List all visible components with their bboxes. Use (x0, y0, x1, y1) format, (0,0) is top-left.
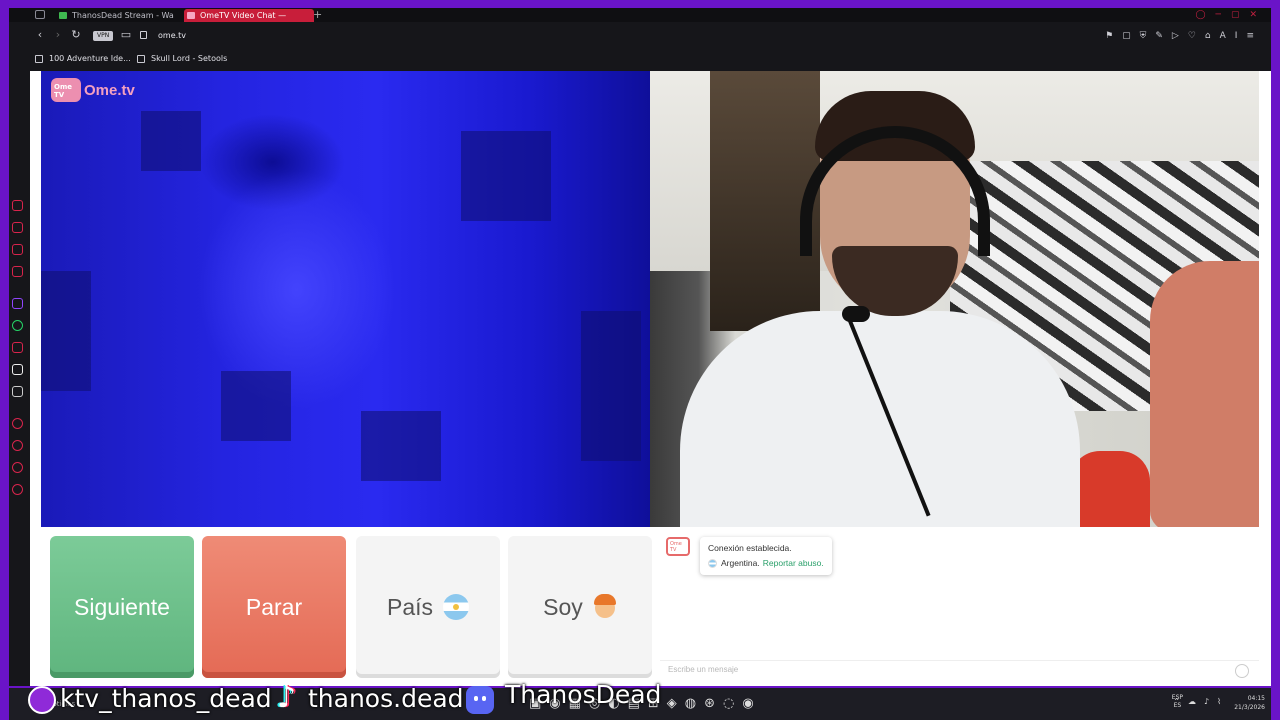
clock-time: 04:15 (1247, 695, 1265, 702)
language-code: ESP (1171, 694, 1183, 701)
forward-icon[interactable]: › (51, 28, 65, 42)
connection-status: Conexión establecida. (708, 543, 792, 553)
address-bar: ‹ › ↻ VPN ▭ ome.tv ⚑▢⛨✎▷♡⌂AI≡ (9, 22, 1271, 50)
sidebar-settings-icon[interactable] (12, 484, 23, 495)
emoji-icon[interactable] (1235, 664, 1249, 678)
sidebar-history-icon[interactable] (12, 440, 23, 451)
stranger-video: Ome TV Ome.tv (41, 71, 650, 527)
next-button-label: Siguiente (74, 593, 170, 620)
video-pixel-block (361, 411, 441, 481)
boy-icon (593, 594, 617, 620)
reload-icon[interactable]: ↻ (69, 28, 83, 42)
tab-thanosdead-stream[interactable]: ThanosDead Stream - Wa (56, 9, 182, 22)
url-field[interactable]: ome.tv (158, 30, 186, 42)
video-person-body (680, 311, 1080, 527)
tab-label: ThanosDead Stream - Wa (72, 11, 174, 20)
video-pixel-block (461, 131, 551, 221)
sidebar-twitch-icon[interactable] (12, 298, 23, 309)
country-line: Argentina. Reportar abuso. (708, 556, 824, 571)
video-pixel-block (221, 371, 291, 441)
tab-manager-icon[interactable] (35, 10, 45, 19)
video-chair (1070, 451, 1150, 527)
back-icon[interactable]: ‹ (33, 28, 47, 42)
gender-button-label: Soy (543, 593, 583, 620)
sidebar-instagram2-icon[interactable] (12, 342, 23, 353)
toolbar-icons[interactable]: ⚑▢⛨✎▷♡⌂AI≡ (1105, 29, 1263, 43)
sidebar-bookmark-icon[interactable] (12, 222, 23, 233)
vpn-badge[interactable]: VPN (93, 31, 114, 41)
tab-favicon-icon (187, 12, 195, 19)
sidebar-whatsapp-icon[interactable] (12, 320, 23, 331)
stop-button-label: Parar (245, 593, 303, 620)
video-second-person (1150, 261, 1259, 527)
language-indicator[interactable]: ESP ES (1172, 694, 1183, 710)
sidebar-clock-icon[interactable] (12, 462, 23, 473)
message-input[interactable]: Escribe un mensaje (660, 660, 1259, 680)
logo-text: Ome.tv (84, 81, 135, 99)
ometv-chat-icon: Ome TV (666, 537, 690, 556)
message-input-placeholder: Escribe un mensaje (668, 665, 739, 674)
chat-panel: Ome TV Conexión establecida. Argentina. … (660, 533, 1259, 686)
window-controls[interactable]: ◯─▢✕ (1195, 8, 1267, 22)
ometv-logo-icon: Ome TV (51, 78, 81, 102)
sidebar-messenger-icon[interactable] (12, 266, 23, 277)
system-message: Conexión establecida. Argentina. Reporta… (700, 537, 832, 575)
lock-icon[interactable] (140, 31, 147, 39)
next-button[interactable]: Siguiente (50, 536, 194, 678)
video-pixel-block (41, 271, 91, 391)
partner-country: Argentina. (721, 558, 760, 568)
country-button[interactable]: País (356, 536, 500, 678)
logo-badge-text: Ome TV (54, 83, 72, 99)
bookmark-icon (35, 55, 43, 63)
report-abuse-link[interactable]: Reportar abuso. (763, 556, 824, 571)
taskbar-clock[interactable]: 04:15 21/3/2026 (1234, 694, 1265, 712)
sidebar-discord-icon[interactable] (12, 386, 23, 397)
bookmark-item[interactable]: 100 Adventure Ide... (35, 52, 131, 65)
sidebar-aria-icon[interactable] (12, 200, 23, 211)
bookmarks-bar: 100 Adventure Ide... Skull Lord - Setool… (9, 50, 1271, 68)
tab-bar: ThanosDead Stream - Wa OmeTV Video Chat … (9, 8, 1271, 22)
camera-icon[interactable]: ▭ (119, 28, 133, 42)
bookmark-label: Skull Lord - Setools (151, 54, 228, 63)
own-camera-video (650, 71, 1259, 527)
browser-sidebar (9, 68, 29, 686)
bookmark-icon (137, 55, 145, 63)
new-tab-button[interactable]: + (313, 8, 323, 22)
video-pixel-block (141, 111, 201, 171)
ometv-page: Ome TV Ome.tv Siguiente Parar País Soy O… (30, 71, 1271, 686)
country-button-label: País (386, 593, 434, 620)
gender-button[interactable]: Soy (508, 536, 652, 678)
browser-window: ThanosDead Stream - Wa OmeTV Video Chat … (9, 8, 1271, 686)
video-pixel-block (581, 311, 641, 461)
tab-favicon-icon (59, 12, 67, 19)
video-mic (842, 306, 870, 322)
clock-date: 21/3/2026 (1234, 704, 1265, 711)
sidebar-tiktok-icon[interactable] (12, 364, 23, 375)
stop-button[interactable]: Parar (202, 536, 346, 678)
tab-label: OmeTV Video Chat — (200, 11, 287, 20)
tab-ometv[interactable]: OmeTV Video Chat — (184, 9, 314, 22)
argentina-flag-icon (443, 594, 470, 620)
argentina-flag-icon (708, 559, 717, 568)
region-code: ES (1173, 702, 1182, 709)
taskbar-search[interactable]: Más Noticias (31, 700, 75, 708)
desktop-screen: ThanosDead Stream - Wa OmeTV Video Chat … (0, 0, 1280, 720)
sidebar-player-icon[interactable] (12, 418, 23, 429)
chat-badge-text: Ome TV (670, 541, 682, 553)
taskbar-app-icons[interactable]: ▣◉▦◎◐▤⊞◈◍⊛◌◉ (529, 696, 762, 711)
ai-label[interactable]: AI (1220, 31, 1247, 41)
bookmark-label: 100 Adventure Ide... (49, 54, 131, 63)
ometv-logo: Ome TV Ome.tv (51, 77, 135, 103)
bookmark-item[interactable]: Skull Lord - Setools (137, 52, 227, 65)
taskbar: Más Noticias ▣◉▦◎◐▤⊞◈◍⊛◌◉ ⌃☁♪⌇ ESP ES 04… (9, 688, 1271, 720)
sidebar-instagram-icon[interactable] (12, 244, 23, 255)
